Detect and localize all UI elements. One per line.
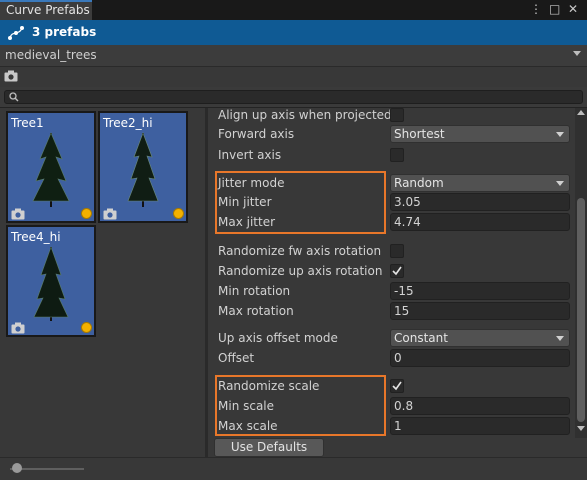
- tree-preview-icon: [32, 132, 70, 207]
- library-selector[interactable]: medieval_trees: [0, 45, 587, 67]
- search-input[interactable]: [4, 90, 583, 104]
- align-up-axis-checkbox[interactable]: [390, 108, 404, 122]
- chevron-down-icon: [573, 51, 581, 56]
- camera-icon[interactable]: [103, 208, 117, 220]
- setting-label: Max rotation: [218, 304, 294, 318]
- window-menu-icon[interactable]: ⋮: [530, 2, 542, 16]
- max-rotation-field[interactable]: 15: [390, 302, 570, 320]
- setting-label: Min jitter: [218, 195, 272, 209]
- camera-icon[interactable]: [11, 208, 25, 220]
- setting-label: Max jitter: [218, 215, 276, 229]
- search-icon: [9, 92, 19, 102]
- scrollbar-thumb[interactable]: [577, 198, 585, 422]
- prefab-name: Tree4_hi: [11, 230, 61, 244]
- setting-max-scale: Max scale 1: [208, 416, 575, 436]
- setting-label: Forward axis: [218, 127, 295, 141]
- window-titlebar: Curve Prefabs ⋮ □ ✕: [0, 0, 587, 20]
- status-dot: [81, 322, 92, 333]
- preview-size-bar: [0, 457, 587, 480]
- window-maximize-icon[interactable]: □: [549, 2, 560, 16]
- min-jitter-field[interactable]: 3.05: [390, 193, 570, 211]
- setting-label: Jitter mode: [218, 176, 285, 190]
- setting-up-axis-offset-mode: Up axis offset mode Constant: [208, 328, 575, 348]
- setting-min-rotation: Min rotation -15: [208, 281, 575, 301]
- library-name: medieval_trees: [5, 48, 97, 62]
- dropdown-value: Shortest: [394, 127, 445, 141]
- setting-invert-axis: Invert axis: [208, 145, 575, 165]
- status-dot: [81, 208, 92, 219]
- use-defaults-button[interactable]: Use Defaults: [214, 438, 324, 457]
- setting-jitter-mode: Jitter mode Random: [208, 173, 575, 193]
- setting-randomize-fw-rotation: Randomize fw axis rotation: [208, 241, 575, 261]
- slider-handle[interactable]: [12, 463, 22, 473]
- window-close-icon[interactable]: ✕: [568, 2, 578, 16]
- setting-randomize-up-rotation: Randomize up axis rotation: [208, 261, 575, 281]
- prefab-tile-tree1[interactable]: Tree1: [6, 111, 96, 223]
- forward-axis-dropdown[interactable]: Shortest: [390, 125, 570, 143]
- prefab-grid: Tree1 Tree2_hi Tree4_hi: [0, 108, 205, 457]
- setting-max-rotation: Max rotation 15: [208, 301, 575, 321]
- setting-randomize-scale: Randomize scale: [208, 376, 575, 396]
- preview-toolbar: [0, 67, 587, 87]
- checkmark-icon: [392, 381, 402, 391]
- setting-min-scale: Min scale 0.8: [208, 396, 575, 416]
- prefab-thumbnail: Tree2_hi: [100, 113, 186, 221]
- prefab-settings-panel: Align up axis when projected Forward axi…: [208, 108, 575, 457]
- max-scale-field[interactable]: 1: [390, 417, 570, 435]
- offset-field[interactable]: 0: [390, 349, 570, 367]
- checkmark-icon: [392, 266, 402, 276]
- camera-icon[interactable]: [4, 70, 18, 82]
- setting-label: Up axis offset mode: [218, 331, 338, 345]
- jitter-mode-dropdown[interactable]: Random: [390, 174, 570, 192]
- setting-label: Offset: [218, 351, 255, 365]
- setting-label: Randomize fw axis rotation: [218, 244, 382, 258]
- setting-max-jitter: Max jitter 4.74: [208, 212, 575, 232]
- up-axis-offset-mode-dropdown[interactable]: Constant: [390, 329, 570, 347]
- prefab-name: Tree2_hi: [103, 116, 153, 130]
- setting-label: Randomize scale: [218, 379, 320, 393]
- invert-axis-checkbox[interactable]: [390, 148, 404, 162]
- min-scale-field[interactable]: 0.8: [390, 397, 570, 415]
- randomize-scale-checkbox[interactable]: [390, 379, 404, 393]
- prefab-count-header: 3 prefabs: [0, 20, 587, 45]
- tree-preview-icon: [33, 246, 69, 321]
- prefab-name: Tree1: [11, 116, 44, 130]
- prefab-count-label: 3 prefabs: [32, 25, 97, 39]
- setting-label: Min scale: [218, 399, 275, 413]
- setting-forward-axis: Forward axis Shortest: [208, 124, 575, 144]
- setting-offset: Offset 0: [208, 348, 575, 368]
- max-jitter-field[interactable]: 4.74: [390, 213, 570, 231]
- search-bar: [0, 87, 587, 108]
- randomize-fw-rotation-checkbox[interactable]: [390, 244, 404, 258]
- dropdown-value: Constant: [394, 331, 448, 345]
- prefab-thumbnail: Tree4_hi: [8, 227, 94, 335]
- setting-label: Invert axis: [218, 148, 282, 162]
- setting-label: Align up axis when projected: [218, 108, 392, 122]
- dropdown-value: Random: [394, 176, 444, 190]
- chevron-down-icon: [556, 132, 564, 137]
- curve-prefab-icon: [8, 26, 24, 40]
- setting-label: Min rotation: [218, 284, 291, 298]
- prefab-thumbnail: Tree1: [8, 113, 94, 221]
- chevron-down-icon: [556, 336, 564, 341]
- scroll-down-icon[interactable]: [577, 426, 585, 432]
- tab-curve-prefabs[interactable]: Curve Prefabs: [0, 0, 92, 20]
- setting-min-jitter: Min jitter 3.05: [208, 192, 575, 212]
- setting-label: Max scale: [218, 419, 278, 433]
- prefab-tile-tree2-hi[interactable]: Tree2_hi: [98, 111, 188, 223]
- min-rotation-field[interactable]: -15: [390, 282, 570, 300]
- status-dot: [173, 208, 184, 219]
- randomize-up-rotation-checkbox[interactable]: [390, 264, 404, 278]
- chevron-down-icon: [556, 181, 564, 186]
- scroll-up-icon[interactable]: [577, 110, 585, 116]
- setting-align-up-axis: Align up axis when projected: [208, 108, 575, 125]
- setting-label: Randomize up axis rotation: [218, 264, 383, 278]
- camera-icon[interactable]: [11, 322, 25, 334]
- settings-scrollbar[interactable]: [575, 108, 587, 438]
- tree-preview-icon: [127, 132, 159, 207]
- prefab-tile-tree4-hi[interactable]: Tree4_hi: [6, 225, 96, 337]
